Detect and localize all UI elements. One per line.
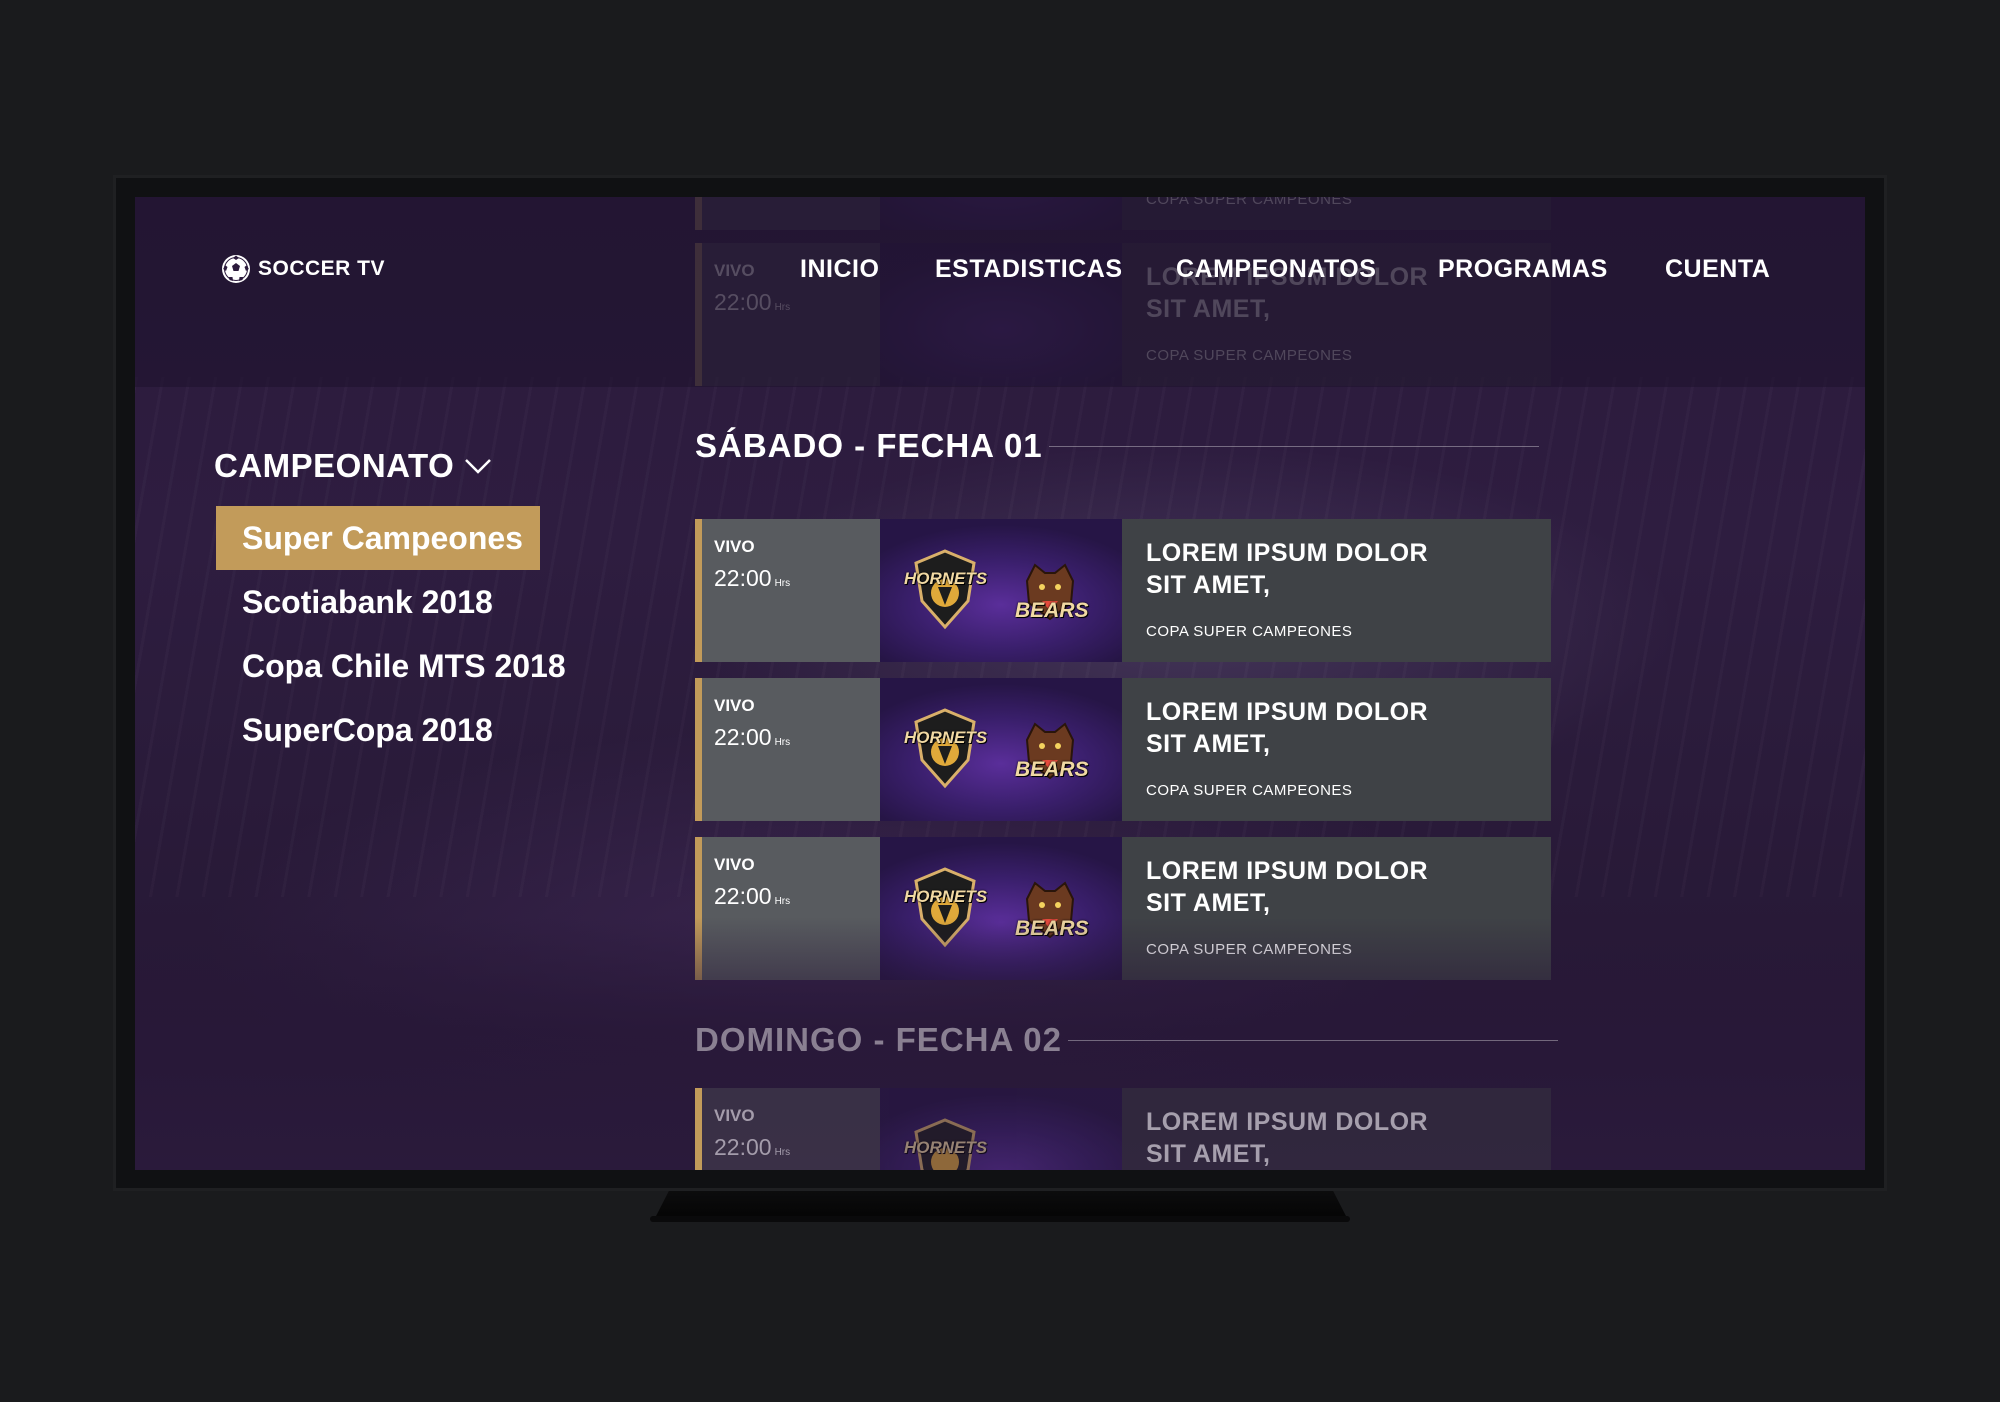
chevron-down-icon: [465, 459, 492, 474]
match-headline-line1: LOREM IPSUM DOLOR: [1146, 539, 1429, 567]
live-label: VIVO: [714, 537, 755, 556]
match-headline-line2: SIT AMET,: [1146, 571, 1271, 599]
live-label: VIVO: [714, 1106, 755, 1125]
section-divider: [1067, 1039, 1558, 1041]
section-header-sabado: SÁBADO - FECHA 01: [695, 427, 1539, 465]
time-unit: Hrs: [774, 737, 791, 748]
bears-badge-icon: BEARS: [1015, 559, 1089, 633]
main-nav: INICIO ESTADISTICAS CAMPEONATOS PROGRAMA…: [135, 255, 1865, 285]
live-label: VIVO: [714, 696, 755, 715]
away-team-name: BEARS: [1015, 758, 1089, 781]
bears-badge-icon: BEARS: [1015, 718, 1089, 792]
tv-screen: VIVO 22:00Hrs LOREM IPSUM DOLORSIT AMET,…: [135, 197, 1865, 1170]
home-team-name: HORNETS: [904, 569, 988, 588]
match-headline-line1: LOREM IPSUM DOLOR: [1146, 1108, 1429, 1136]
time-unit: Hrs: [774, 896, 791, 907]
match-headline-line2: SIT AMET,: [1146, 730, 1271, 758]
league-label: COPA SUPER CAMPEONES: [1146, 623, 1353, 640]
match-headline-line1: LOREM IPSUM DOLOR: [1146, 857, 1429, 885]
match-headline-line2: SIT AMET,: [1146, 889, 1271, 917]
hornets-badge-icon: HORNETS: [904, 1118, 987, 1170]
sidebar-item-copa-chile-mts-2018[interactable]: Copa Chile MTS 2018: [216, 634, 566, 698]
match-info-panel: LOREM IPSUM DOLOR SIT AMET,: [1122, 1088, 1551, 1170]
section-title: SÁBADO - FECHA 01: [695, 427, 1043, 464]
teams-panel: HORNETS: [880, 1088, 1122, 1170]
away-team-name: BEARS: [1015, 599, 1089, 622]
match-info-panel: LOREM IPSUM DOLOR SIT AMET, COPA SUPER CA…: [1122, 678, 1551, 821]
league-label: COPA SUPER CAMPEONES: [1146, 782, 1353, 799]
section-header-domingo: DOMINGO - FECHA 02: [695, 1021, 1558, 1059]
teams-panel: HORNETS BEARS: [880, 519, 1122, 662]
match-time-panel: VIVO 22:00Hrs: [695, 519, 880, 662]
section-title: DOMINGO - FECHA 02: [695, 1021, 1062, 1058]
hornets-badge-icon: HORNETS: [904, 708, 987, 794]
time-unit: Hrs: [774, 578, 791, 589]
nav-item-campeonatos[interactable]: CAMPEONATOS: [1176, 255, 1376, 284]
tv-stand: [655, 1191, 1347, 1218]
tv-stand-shadow: [650, 1216, 1350, 1222]
hornets-badge-icon: HORNETS: [904, 549, 987, 635]
time-unit: Hrs: [774, 1147, 791, 1158]
match-headline-line1: LOREM IPSUM DOLOR: [1146, 698, 1429, 726]
match-time: 22:00: [714, 724, 772, 750]
match-time-panel: VIVO 22:00Hrs: [695, 678, 880, 821]
nav-item-programas[interactable]: PROGRAMAS: [1438, 255, 1608, 284]
match-card-next[interactable]: VIVO 22:00 Hrs HORNETS LOREM IPSUM DOLOR S…: [695, 1088, 1551, 1170]
match-headline-line2: SIT AMET,: [1146, 1140, 1271, 1168]
championship-dropdown[interactable]: CAMPEONATO: [214, 447, 492, 485]
sidebar-item-scotiabank-2018[interactable]: Scotiabank 2018: [216, 570, 540, 634]
header-overlay: [135, 197, 1865, 387]
match-time: 22:00: [714, 883, 772, 909]
live-label: VIVO: [714, 855, 755, 874]
championship-title: CAMPEONATO: [214, 447, 455, 484]
sidebar-item-super-campeones[interactable]: Super Campeones: [216, 506, 540, 570]
match-card[interactable]: VIVO 22:00Hrs HORNETS BEARS LOREM IPSUM …: [695, 678, 1551, 821]
nav-item-inicio[interactable]: INICIO: [800, 255, 879, 284]
match-time-panel: VIVO 22:00Hrs: [695, 1088, 880, 1170]
section-divider: [1048, 445, 1539, 447]
home-team-name: HORNETS: [904, 887, 988, 906]
sidebar-item-supercopa-2018[interactable]: SuperCopa 2018: [216, 698, 540, 762]
match-card[interactable]: VIVO 22:00Hrs HORNETS BEARS LOREM IPSUM …: [695, 519, 1551, 662]
nav-item-cuenta[interactable]: CUENTA: [1665, 255, 1770, 284]
match-info-panel: LOREM IPSUM DOLOR SIT AMET, COPA SUPER CA…: [1122, 519, 1551, 662]
match-time: 22:00: [714, 565, 772, 591]
home-team-name: HORNETS: [904, 728, 988, 747]
teams-panel: HORNETS BEARS: [880, 678, 1122, 821]
home-team-name: HORNETS: [904, 1138, 988, 1157]
nav-item-estadisticas[interactable]: ESTADISTICAS: [935, 255, 1123, 284]
match-time: 22:00: [714, 1134, 772, 1160]
